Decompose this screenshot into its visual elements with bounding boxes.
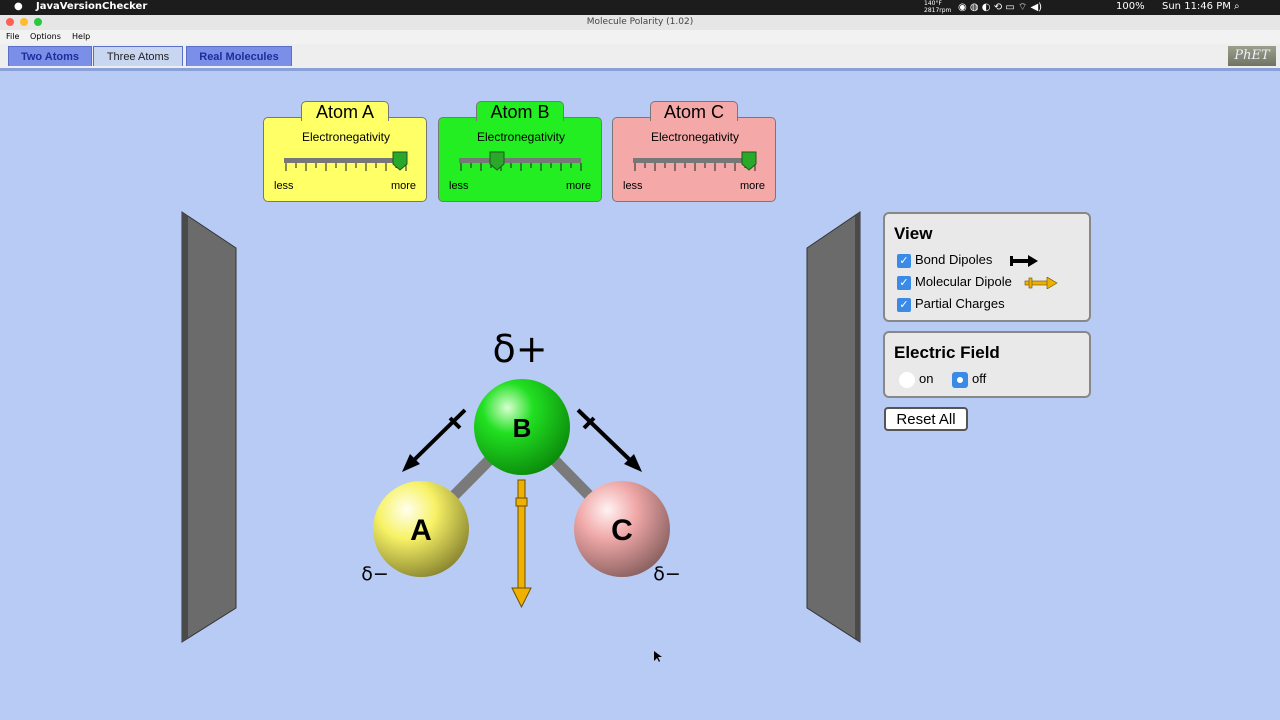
electric-field-panel: Electric Field on off xyxy=(883,331,1091,398)
atom-a-label: A xyxy=(410,514,432,547)
menu-file[interactable]: File xyxy=(6,32,19,41)
battery-readout: 100% xyxy=(1116,1,1145,12)
partial-charges-checkbox[interactable]: ✓ xyxy=(897,297,911,312)
bond-dipole-legend-icon xyxy=(1009,254,1038,267)
partial-charge-a: δ− xyxy=(361,563,389,585)
menu-help[interactable]: Help xyxy=(72,32,90,41)
molecular-dipole-label: Molecular Dipole xyxy=(915,274,1012,289)
tab-two-atoms[interactable]: Two Atoms xyxy=(8,46,92,66)
bond-dipole-ab xyxy=(402,408,467,472)
status-icons: ◉ ◍ ◐ ⟲ ▭ ⌔ ◀) xyxy=(958,2,1043,13)
right-capacitor-plate xyxy=(806,211,861,643)
bond-dipoles-checkbox[interactable]: ✓ xyxy=(897,253,911,268)
bond-dipole-bc xyxy=(576,408,642,472)
atom-b[interactable]: B xyxy=(474,379,570,475)
efield-on-option[interactable]: on xyxy=(899,371,933,388)
phet-logo[interactable]: PhET xyxy=(1228,46,1276,66)
efield-on-radio[interactable] xyxy=(899,371,915,388)
bond-dipoles-label: Bond Dipoles xyxy=(915,252,993,267)
molecular-dipole-row[interactable]: ✓ Molecular Dipole xyxy=(897,274,1059,290)
partial-charge-b: δ+ xyxy=(492,327,547,371)
reset-all-button[interactable]: Reset All xyxy=(884,407,968,431)
os-app-name[interactable]: JavaVersionChecker xyxy=(36,1,147,12)
bond-dipoles-row[interactable]: ✓ Bond Dipoles xyxy=(897,252,1040,268)
left-capacitor-plate xyxy=(181,211,237,643)
tab-three-atoms[interactable]: Three Atoms xyxy=(93,46,183,66)
view-title: View xyxy=(894,224,933,243)
partial-charges-label: Partial Charges xyxy=(915,296,1005,311)
electric-field-title: Electric Field xyxy=(894,343,1000,362)
efield-off-option[interactable]: off xyxy=(952,371,986,388)
apple-icon[interactable]: ● xyxy=(14,1,23,12)
atom-c-label: C xyxy=(611,514,633,547)
spotlight-icon[interactable]: ⌕ xyxy=(1234,1,1240,12)
partial-charges-row[interactable]: ✓ Partial Charges xyxy=(897,296,1005,312)
partial-charge-c: δ− xyxy=(653,563,681,585)
menu-options[interactable]: Options xyxy=(30,32,61,41)
temp-readout: 140°F 2817rpm xyxy=(924,0,952,14)
efield-off-radio[interactable] xyxy=(952,371,968,388)
tab-real-molecules[interactable]: Real Molecules xyxy=(186,46,292,66)
efield-on-label: on xyxy=(919,371,934,386)
molecular-dipole-arrow xyxy=(511,479,532,609)
window-titlebar: Molecule Polarity (1.02) xyxy=(0,15,1280,31)
molecular-dipole-checkbox[interactable]: ✓ xyxy=(897,275,911,290)
clock[interactable]: Sun 11:46 PM xyxy=(1162,1,1231,12)
window-title: Molecule Polarity (1.02) xyxy=(586,17,694,27)
view-panel: View ✓ Bond Dipoles ✓ Molecular Dipole ✓ Pa… xyxy=(883,212,1091,322)
molecular-dipole-legend-icon xyxy=(1025,276,1059,290)
mouse-cursor-icon xyxy=(654,651,662,662)
os-menubar: ● JavaVersionChecker 140°F 2817rpm ◉ ◍ ◐ … xyxy=(0,0,1280,15)
tab-strip: Two Atoms Three Atoms Real Molecules PhE… xyxy=(0,44,1280,71)
atom-b-label: B xyxy=(513,413,532,443)
app-menu: File Options Help xyxy=(0,30,1280,44)
efield-off-label: off xyxy=(972,371,987,386)
